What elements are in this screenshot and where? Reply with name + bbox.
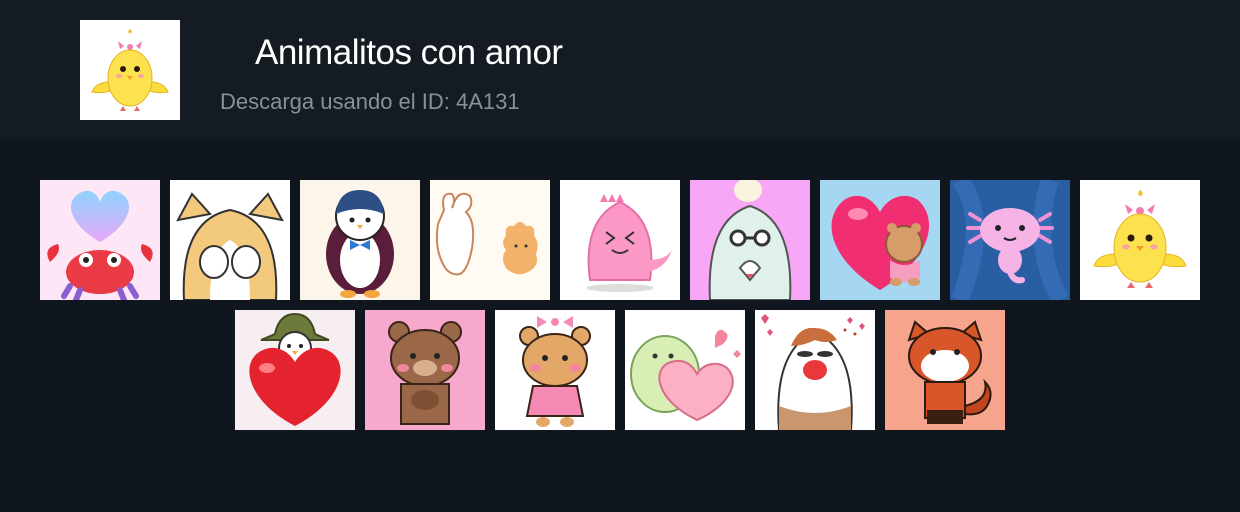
- penguin-hat-big-heart-icon: [249, 312, 341, 426]
- pack-thumbnail: [80, 20, 180, 120]
- bear-hugging-heart-icon: [831, 195, 930, 290]
- yellow-chick-icon: [91, 29, 169, 111]
- red-panda-icon: [907, 320, 992, 424]
- bear-with-bow-icon: [519, 316, 591, 427]
- sticker-item[interactable]: [365, 310, 485, 430]
- sticker-item[interactable]: [560, 180, 680, 300]
- sticker-grid: [0, 140, 1240, 512]
- sticker-item[interactable]: [820, 180, 940, 300]
- sticker-item[interactable]: [885, 310, 1005, 430]
- pink-dinosaur-icon: [586, 194, 672, 292]
- pack-download-id: Descarga usando el ID: 4A131: [220, 89, 520, 114]
- pack-header: Animalitos con amor Descarga usando el I…: [0, 0, 1240, 140]
- yellow-chick-icon: [1093, 190, 1187, 288]
- penguin-with-bowtie-icon: [326, 190, 394, 298]
- hamster-hearts-icon: [761, 314, 865, 430]
- blue-heart-red-crab-icon: [47, 190, 153, 300]
- sticker-item[interactable]: [170, 180, 290, 300]
- sticker-item[interactable]: [300, 180, 420, 300]
- corgi-covering-face-icon: [176, 192, 284, 300]
- penguin-heart-hands-icon: [708, 180, 792, 300]
- pack-title: Animalitos con amor: [255, 33, 563, 72]
- sticker-item[interactable]: [40, 180, 160, 300]
- sticker-item[interactable]: [430, 180, 550, 300]
- pink-axolotl-icon: [950, 180, 1070, 300]
- sticker-item[interactable]: [235, 310, 355, 430]
- sticker-item[interactable]: [690, 180, 810, 300]
- sticker-item[interactable]: [495, 310, 615, 430]
- white-and-brown-bears-icon: [435, 192, 538, 276]
- sticker-item[interactable]: [950, 180, 1070, 300]
- brown-bear-pink-bg-icon: [388, 321, 462, 425]
- sticker-item[interactable]: [1080, 180, 1200, 300]
- sticker-item[interactable]: [625, 310, 745, 430]
- green-blob-heart-icon: [630, 329, 741, 422]
- sticker-item[interactable]: [755, 310, 875, 430]
